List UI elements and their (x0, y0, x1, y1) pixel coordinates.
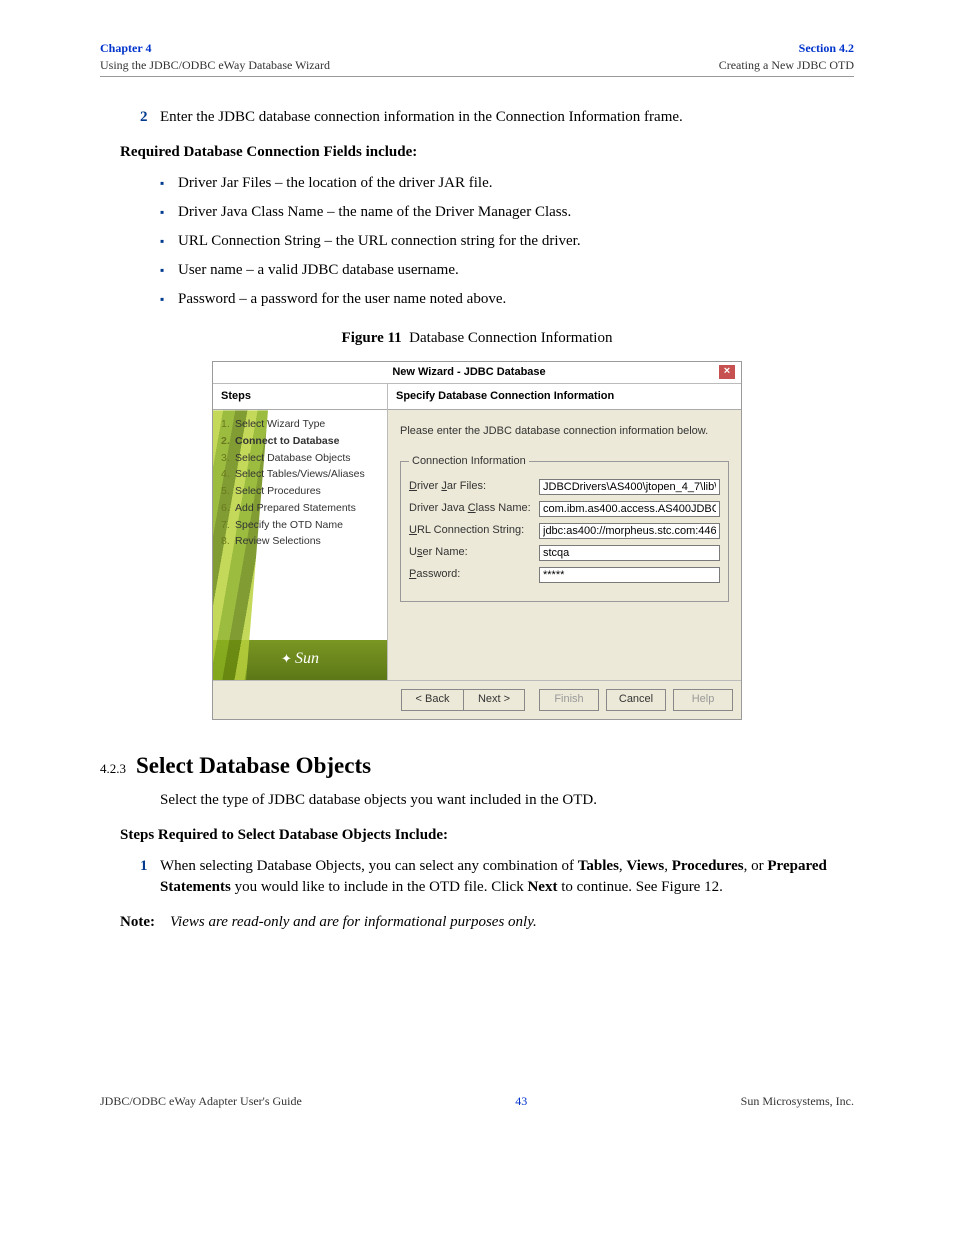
connection-info-group: Connection Information Driver Jar Files:… (400, 454, 729, 602)
wizard-step: 6.Add Prepared Statements (221, 500, 381, 517)
footer-company: Sun Microsystems, Inc. (741, 1093, 854, 1110)
bullet-list: ▪Driver Jar Files – the location of the … (160, 173, 854, 310)
step-label: Select Tables/Views/Aliases (235, 467, 365, 482)
figure-label: Figure 11 (342, 330, 402, 346)
wizard-intro-text: Please enter the JDBC database connectio… (400, 424, 729, 439)
note: Note: Views are read-only and are for in… (120, 912, 854, 933)
section-link[interactable]: Section 4.2 (719, 40, 854, 57)
steps-required-heading: Steps Required to Select Database Object… (120, 825, 854, 846)
driver-jar-input[interactable] (539, 479, 720, 495)
step-num: 3. (221, 451, 235, 466)
step-text: Enter the JDBC database connection infor… (160, 107, 854, 128)
password-label: Password: (409, 567, 539, 582)
chapter-subtitle: Using the JDBC/ODBC eWay Database Wizard (100, 57, 330, 74)
connection-legend: Connection Information (409, 454, 529, 469)
required-fields-heading: Required Database Connection Fields incl… (120, 142, 854, 163)
step-number: 2 (140, 107, 160, 128)
wizard-step: 1.Select Wizard Type (221, 416, 381, 433)
bullet-item: ▪Password – a password for the user name… (160, 289, 854, 310)
username-input[interactable] (539, 545, 720, 561)
wizard-panel-heading: Specify Database Connection Information (388, 384, 741, 410)
wizard-step: 7.Specify the OTD Name (221, 517, 381, 534)
select-objects-step-1: 1 When selecting Database Objects, you c… (140, 856, 854, 898)
wizard-dialog: New Wizard - JDBC Database × Steps 1.Sel… (212, 361, 742, 720)
sun-logo: Sun (213, 642, 387, 680)
wizard-step-current: 2.Connect to Database (221, 433, 381, 450)
url-label: URL Connection String: (409, 523, 539, 538)
wizard-step: 5.Select Procedures (221, 483, 381, 500)
bullet-item: ▪User name – a valid JDBC database usern… (160, 260, 854, 281)
section-number: 4.2.3 (100, 760, 126, 778)
step-label: Select Wizard Type (235, 417, 325, 432)
bullet-item: ▪Driver Java Class Name – the name of th… (160, 202, 854, 223)
password-input[interactable] (539, 567, 720, 583)
bullet-icon: ▪ (160, 231, 178, 252)
section-subtitle: Creating a New JDBC OTD (719, 57, 854, 74)
step-num: 8. (221, 534, 235, 549)
help-button[interactable]: Help (673, 689, 733, 710)
note-label: Note: (120, 912, 170, 933)
footer-doc-title: JDBC/ODBC eWay Adapter User's Guide (100, 1093, 302, 1110)
finish-button[interactable]: Finish (539, 689, 599, 710)
cancel-button[interactable]: Cancel (606, 689, 666, 710)
wizard-steps-panel: Steps 1.Select Wizard Type 2.Connect to … (213, 384, 388, 680)
back-button[interactable]: < Back (401, 689, 463, 710)
url-input[interactable] (539, 523, 720, 539)
bullet-icon: ▪ (160, 173, 178, 194)
page-header: Chapter 4 Using the JDBC/ODBC eWay Datab… (100, 40, 854, 77)
driver-class-label: Driver Java Class Name: (409, 501, 539, 516)
bullet-item: ▪Driver Jar Files – the location of the … (160, 173, 854, 194)
driver-class-input[interactable] (539, 501, 720, 517)
figure-caption: Figure 11 Database Connection Informatio… (100, 328, 854, 349)
note-text: Views are read-only and are for informat… (170, 912, 537, 933)
bullet-item: ▪URL Connection String – the URL connect… (160, 231, 854, 252)
wizard-titlebar: New Wizard - JDBC Database × (213, 362, 741, 384)
step-num: 5. (221, 484, 235, 499)
driver-jar-label: Driver Jar Files: (409, 479, 539, 494)
steps-heading: Steps (213, 384, 387, 410)
footer-page-number: 43 (515, 1093, 527, 1110)
step-num: 1. (221, 417, 235, 432)
step-num: 2. (221, 434, 235, 449)
figure-text: Database Connection Information (409, 330, 612, 346)
bullet-text: Driver Jar Files – the location of the d… (178, 173, 493, 194)
wizard-button-bar: < Back Next > Finish Cancel Help (213, 680, 741, 718)
chapter-link[interactable]: Chapter 4 (100, 40, 330, 57)
step-num: 7. (221, 518, 235, 533)
bullet-icon: ▪ (160, 289, 178, 310)
step-num: 6. (221, 501, 235, 516)
bullet-text: User name – a valid JDBC database userna… (178, 260, 459, 281)
username-label: User Name: (409, 545, 539, 560)
step-label: Add Prepared Statements (235, 501, 356, 516)
section-title: Select Database Objects (136, 750, 371, 782)
page-footer: JDBC/ODBC eWay Adapter User's Guide 43 S… (100, 1093, 854, 1110)
step-label: Select Procedures (235, 484, 321, 499)
bullet-text: Password – a password for the user name … (178, 289, 506, 310)
wizard-title: New Wizard - JDBC Database (219, 365, 719, 380)
step-text: When selecting Database Objects, you can… (160, 856, 854, 898)
bullet-icon: ▪ (160, 202, 178, 223)
step-label: Connect to Database (235, 434, 339, 449)
bullet-text: Driver Java Class Name – the name of the… (178, 202, 571, 223)
step-num: 4. (221, 467, 235, 482)
bullet-icon: ▪ (160, 260, 178, 281)
section-intro: Select the type of JDBC database objects… (160, 790, 854, 811)
bullet-text: URL Connection String – the URL connecti… (178, 231, 581, 252)
step-label: Specify the OTD Name (235, 518, 343, 533)
wizard-step: 8.Review Selections (221, 533, 381, 550)
wizard-step: 3.Select Database Objects (221, 450, 381, 467)
section-heading: 4.2.3 Select Database Objects (100, 750, 854, 782)
wizard-content-panel: Specify Database Connection Information … (388, 384, 741, 680)
step-label: Review Selections (235, 534, 321, 549)
step-2: 2 Enter the JDBC database connection inf… (140, 107, 854, 128)
step-label: Select Database Objects (235, 451, 351, 466)
next-button[interactable]: Next > (463, 689, 525, 710)
wizard-step: 4.Select Tables/Views/Aliases (221, 466, 381, 483)
step-number: 1 (140, 856, 160, 898)
close-icon[interactable]: × (719, 365, 735, 379)
